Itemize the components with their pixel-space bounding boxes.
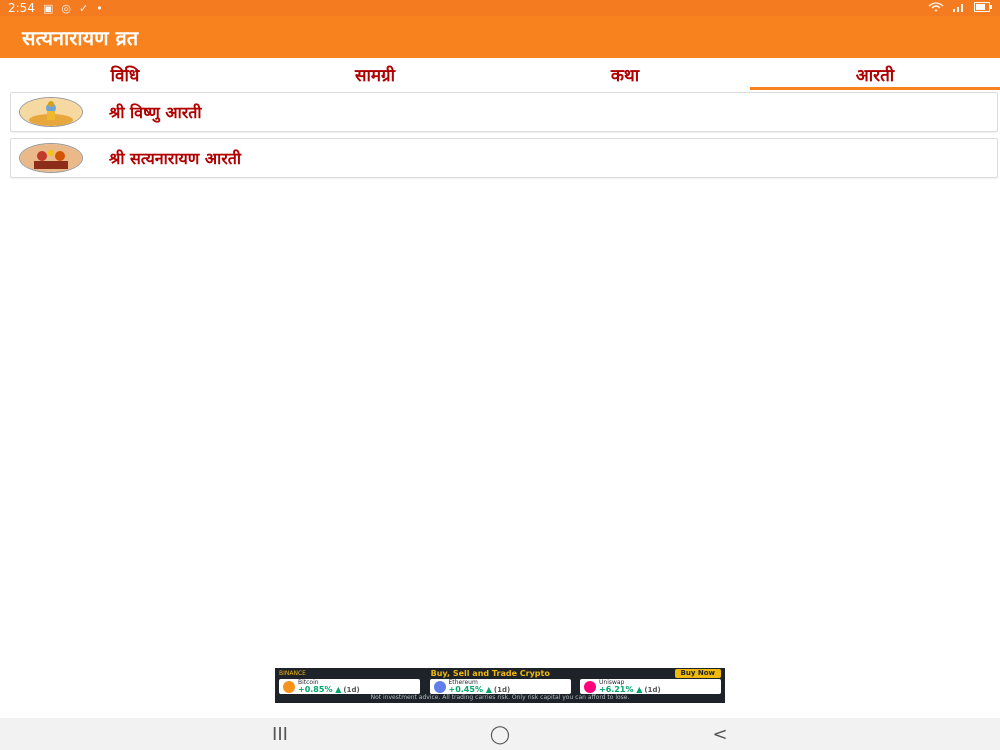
ad-coin-bitcoin[interactable]: Bitcoin +0.85% ▲ (1d): [279, 679, 420, 694]
recents-button[interactable]: III: [170, 724, 390, 745]
home-icon: ◯: [489, 723, 511, 745]
list-item-vishnu-aarti[interactable]: श्री विष्णु आरती: [10, 92, 998, 132]
up-arrow-icon: ▲: [335, 685, 342, 694]
up-arrow-icon: ▲: [485, 685, 492, 694]
ad-coin-ethereum[interactable]: Ethereum +0.45% ▲ (1d): [429, 679, 571, 694]
coin-change: +0.45% ▲ (1d): [448, 685, 511, 694]
ad-disclaimer: Not investment advice. All trading carri…: [370, 694, 630, 701]
tab-label: कथा: [610, 65, 640, 86]
vishnu-image: [19, 97, 83, 127]
back-button[interactable]: <: [610, 724, 830, 745]
ad-headline: Buy, Sell and Trade Crypto: [430, 669, 550, 678]
sync-icon: ◎: [61, 1, 71, 15]
tab-bar: विधि सामग्री कथा आरती: [0, 58, 1000, 90]
tab-aarti[interactable]: आरती: [750, 58, 1000, 90]
tab-label: विधि: [110, 65, 140, 86]
battery-icon: [974, 2, 992, 14]
dot-icon: •: [96, 1, 103, 15]
ad-coin-uniswap[interactable]: Uniswap +6.21% ▲ (1d): [580, 679, 721, 694]
recents-icon: III: [272, 723, 288, 745]
up-arrow-icon: ▲: [636, 685, 643, 694]
clock: 2:54: [8, 1, 35, 15]
list-item-label: श्री विष्णु आरती: [109, 103, 202, 122]
uniswap-icon: [584, 680, 596, 693]
tab-label: सामग्री: [354, 65, 396, 86]
ad-buy-button[interactable]: Buy Now: [674, 669, 721, 678]
signal-icon: [952, 2, 966, 14]
gallery-icon: ▣: [42, 1, 54, 15]
bitcoin-icon: [283, 680, 295, 693]
status-bar: 2:54 ▣ ◎ ✓ •: [0, 0, 1000, 16]
check-icon: ✓: [78, 1, 89, 15]
home-button[interactable]: ◯: [390, 724, 610, 745]
ethereum-icon: [433, 680, 446, 693]
coin-change: +0.85% ▲ (1d): [298, 685, 360, 694]
tab-samagri[interactable]: सामग्री: [250, 58, 500, 90]
ad-brand: BINANCE: [279, 670, 306, 677]
list-item-satyanarayan-aarti[interactable]: श्री सत्यनारायण आरती: [10, 138, 998, 178]
tab-vidhi[interactable]: विधि: [0, 58, 250, 90]
tab-label: आरती: [855, 65, 895, 86]
ad-banner[interactable]: BINANCE Buy, Sell and Trade Crypto Buy N…: [275, 668, 725, 703]
app-bar: सत्यनारायण व्रत: [0, 16, 1000, 58]
wifi-icon: [928, 2, 944, 14]
system-nav-bar: III ◯ <: [0, 718, 1000, 750]
aarti-list: श्री विष्णु आरती श्री सत्यनारायण आरती: [10, 92, 998, 184]
app-title: सत्यनारायण व्रत: [22, 25, 139, 50]
back-icon: <: [712, 723, 728, 745]
satyanarayan-image: [19, 143, 83, 173]
tab-katha[interactable]: कथा: [500, 58, 750, 90]
coin-change: +6.21% ▲ (1d): [599, 685, 661, 694]
list-item-label: श्री सत्यनारायण आरती: [109, 149, 242, 168]
